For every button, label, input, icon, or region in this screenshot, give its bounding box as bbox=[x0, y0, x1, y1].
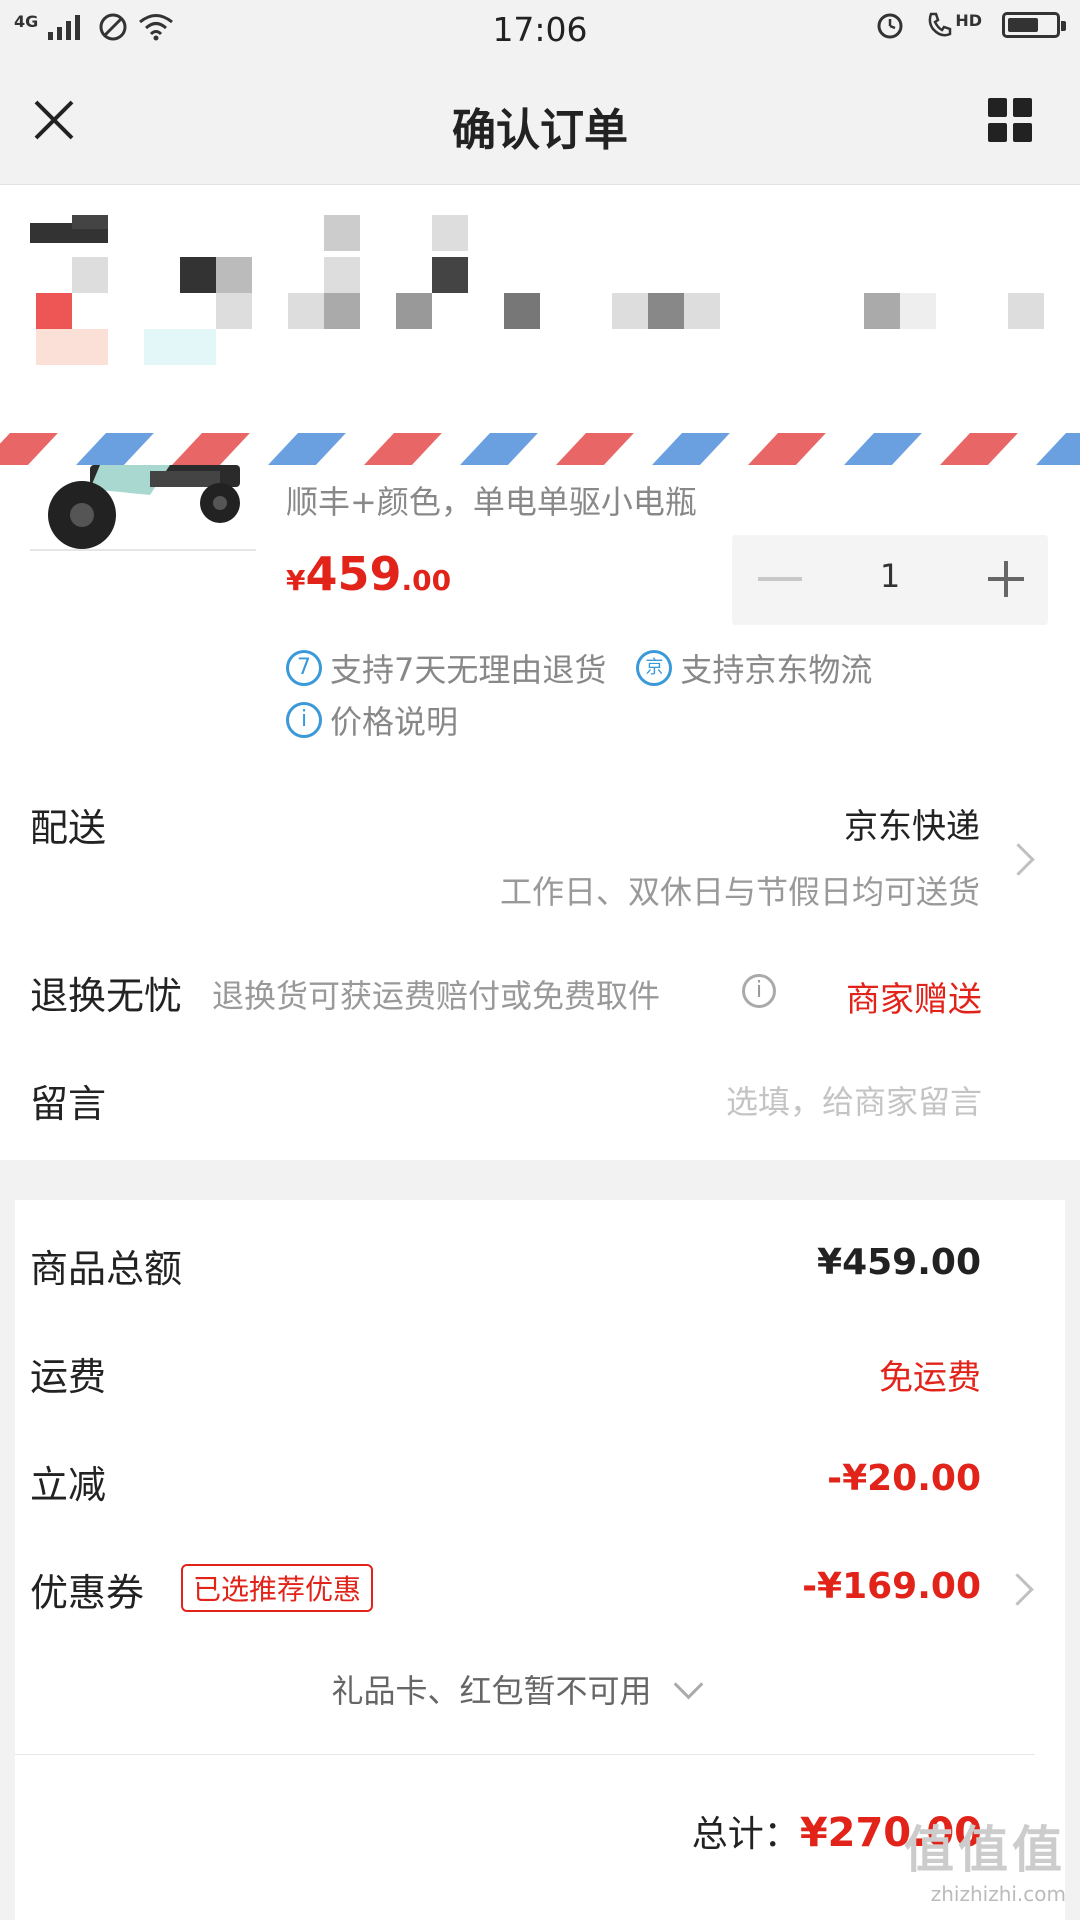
product-card: 顺丰+颜色，单电单驱小电瓶 ¥459.00 1 7 支持7天无理由退货 京 支持… bbox=[0, 465, 1080, 755]
total-label: 总计： bbox=[691, 1814, 800, 1855]
service-label: 支持7天无理由退货 bbox=[330, 651, 607, 689]
decrease-button[interactable] bbox=[758, 577, 802, 581]
return-desc: 退换货可获运费赔付或免费取件 bbox=[212, 977, 661, 1015]
watermark-logo: 值值值 bbox=[904, 1821, 1066, 1879]
delivery-label: 配送 bbox=[30, 806, 107, 850]
discount-label: 立减 bbox=[30, 1463, 107, 1507]
message-label: 留言 bbox=[30, 1082, 107, 1126]
return-label: 退换无忧 bbox=[30, 974, 183, 1018]
return-value: 商家赠送 bbox=[846, 980, 982, 1020]
coupon-tag: 已选推荐优惠 bbox=[181, 1564, 374, 1612]
discount-value: -¥20.00 bbox=[827, 1458, 981, 1499]
alarm-icon bbox=[877, 13, 903, 39]
price-integer: 459 bbox=[305, 547, 402, 601]
divider bbox=[15, 1754, 1035, 1755]
battery-icon bbox=[1002, 12, 1066, 38]
delivery-method: 京东快递 bbox=[844, 807, 980, 847]
info-icon: i bbox=[286, 702, 322, 738]
coupon-value: -¥169.00 bbox=[802, 1566, 981, 1607]
giftcard-row[interactable]: 礼品卡、红包暂不可用 bbox=[15, 1666, 1015, 1712]
watermark: 值值值 zhizhizhi.com bbox=[904, 1810, 1066, 1906]
service-jd-logistics: 京 支持京东物流 bbox=[636, 645, 872, 691]
service-label: 支持京东物流 bbox=[680, 651, 873, 689]
delivery-note: 工作日、双休日与节假日均可送货 bbox=[499, 873, 980, 911]
seven-day-icon: 7 bbox=[286, 650, 322, 686]
service-7day-return: 7 支持7天无理由退货 bbox=[286, 645, 606, 691]
price-note-label: 价格说明 bbox=[330, 703, 459, 741]
price-note[interactable]: i 价格说明 bbox=[286, 697, 458, 743]
watermark-url: zhizhizhi.com bbox=[930, 1882, 1066, 1906]
price-decimal: .00 bbox=[401, 564, 452, 597]
product-spec: 顺丰+颜色，单电单驱小电瓶 bbox=[286, 483, 697, 521]
address-card[interactable] bbox=[0, 185, 1080, 465]
chevron-right-icon bbox=[1001, 1573, 1034, 1606]
shipping-label: 运费 bbox=[30, 1355, 107, 1399]
status-bar: 4G 17:06 HD bbox=[0, 0, 1080, 58]
info-icon[interactable]: i bbox=[742, 974, 776, 1008]
goods-total-value: ¥459.00 bbox=[817, 1242, 981, 1283]
envelope-border bbox=[0, 433, 1080, 465]
product-thumbnail[interactable] bbox=[30, 465, 256, 551]
quantity-value[interactable]: 1 bbox=[832, 557, 948, 595]
chevron-down-icon bbox=[673, 1669, 703, 1699]
chevron-right-icon bbox=[1002, 843, 1035, 876]
jd-icon: 京 bbox=[636, 650, 673, 686]
page-title: 确认订单 bbox=[452, 105, 628, 156]
quantity-stepper: 1 bbox=[732, 535, 1048, 625]
service-badges: 7 支持7天无理由退货 京 支持京东物流 bbox=[286, 645, 872, 691]
shipping-value: 免运费 bbox=[879, 1358, 981, 1398]
coupon-label: 优惠券 bbox=[30, 1571, 145, 1615]
goods-total-label: 商品总额 bbox=[30, 1247, 183, 1291]
hd-label: HD bbox=[955, 11, 982, 30]
price-currency: ¥ bbox=[286, 564, 306, 597]
message-input[interactable]: 选填，给商家留言 bbox=[726, 1077, 982, 1123]
order-options: 配送 京东快递 工作日、双休日与节假日均可送货 退换无忧 退换货可获运费赔付或免… bbox=[0, 755, 1080, 1160]
giftcard-note: 礼品卡、红包暂不可用 bbox=[331, 1672, 652, 1710]
nav-bar: 确认订单 bbox=[0, 58, 1080, 185]
hd-call-icon: HD bbox=[925, 11, 982, 39]
product-price: ¥459.00 bbox=[286, 547, 451, 601]
grid-menu-icon[interactable] bbox=[988, 98, 1032, 142]
status-right: HD bbox=[875, 10, 1066, 40]
